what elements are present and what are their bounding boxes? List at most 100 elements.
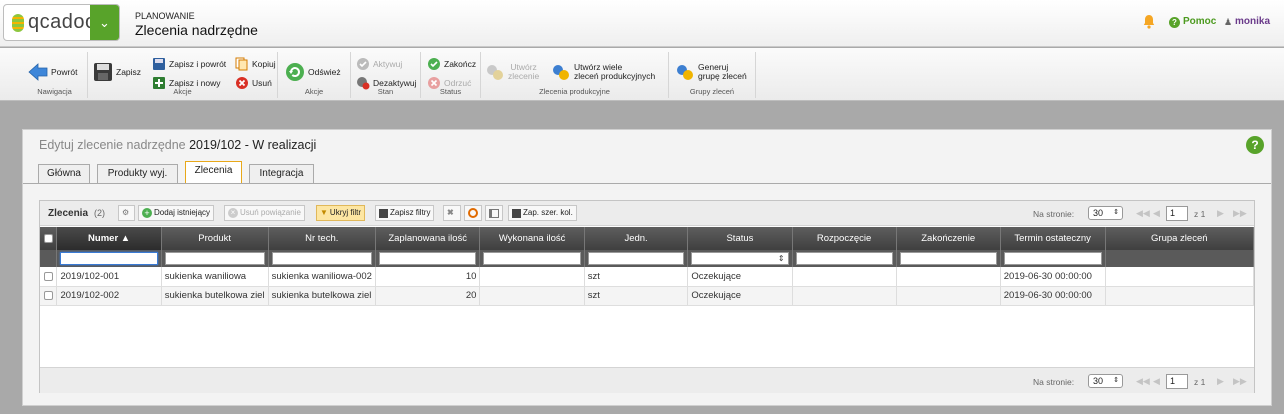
gears-icon	[487, 65, 503, 80]
user-menu[interactable]: monika	[1235, 16, 1270, 27]
create-order-button[interactable]: Utwórz zlecenie	[485, 62, 539, 82]
column-header-number[interactable]: Numer ▲	[56, 227, 162, 250]
cell-group	[1105, 267, 1255, 287]
table-row[interactable]: 2019/102-002 sukienka butelkowa ziel suk…	[40, 286, 1255, 306]
help-icon[interactable]: ?	[1246, 136, 1264, 154]
next-page-icon[interactable]: ▶	[1217, 208, 1224, 219]
back-button[interactable]: Powrót	[28, 62, 77, 82]
filter-deadline-input[interactable]	[1003, 252, 1102, 265]
filter-planned-input[interactable]	[378, 252, 477, 265]
page-count: z 1	[1194, 377, 1206, 387]
next-page-icon[interactable]: ▶	[1217, 376, 1224, 387]
cell-end	[896, 267, 1001, 287]
filter-tech-input[interactable]	[271, 252, 372, 265]
activate-button[interactable]: Aktywuj	[356, 57, 402, 71]
first-page-icon[interactable]: ◀◀	[1136, 376, 1150, 387]
tab-output-products[interactable]: Produkty wyj.	[97, 164, 178, 183]
copy-icon	[235, 57, 248, 71]
ribbon-group-production-orders: Utwórz zlecenie Utwórz wiele zleceń produk…	[481, 52, 669, 98]
column-header-deadline[interactable]: Termin ostateczny	[1000, 227, 1106, 250]
no-entry-icon	[468, 208, 478, 218]
tab-main[interactable]: Główna	[38, 164, 90, 183]
cell-tech[interactable]: sukienka waniliowa-002	[268, 267, 376, 287]
column-header-end[interactable]: Zakończenie	[896, 227, 1001, 250]
cell-product[interactable]: sukienka butelkowa ziel	[161, 286, 269, 306]
cell-done	[479, 286, 585, 306]
save-button[interactable]: Zapisz	[93, 62, 141, 82]
remove-link-button[interactable]: × Usuń powiązanie	[224, 205, 305, 221]
grid-footer: Na stronie: 30 ⇕ ◀◀ ◀ 1 z 1 ▶ ▶▶	[40, 367, 1254, 393]
grid-title: Zlecenia	[48, 208, 89, 219]
hide-filter-button[interactable]: ▼ Ukryj filtr	[316, 205, 366, 221]
last-page-icon[interactable]: ▶▶	[1233, 208, 1247, 219]
per-page-label: Na stronie:	[1033, 209, 1075, 219]
ribbon-group-navigation: Powrót Nawigacja	[22, 52, 88, 98]
column-header-start[interactable]: Rozpoczęcie	[792, 227, 897, 250]
cell-number[interactable]: 2019/102-002	[56, 286, 162, 306]
per-page-select[interactable]: 30 ⇕	[1088, 374, 1123, 388]
filter-end-input[interactable]	[899, 252, 997, 265]
columns-button[interactable]	[485, 205, 503, 221]
cell-number[interactable]: 2019/102-001	[56, 267, 162, 287]
edit-panel: Edytuj zlecenie nadrzędne 2019/102 - W r…	[22, 129, 1272, 406]
column-header-done[interactable]: Wykonana ilość	[479, 227, 585, 250]
save-and-back-button[interactable]: Zapisz i powrót	[152, 57, 226, 71]
filter-number-input[interactable]	[60, 252, 158, 265]
filter-unit-input[interactable]	[587, 252, 685, 265]
floppy-disk-icon	[512, 208, 521, 218]
floppy-disk-back-icon	[153, 58, 165, 70]
finish-button[interactable]: Zakończ	[427, 57, 476, 71]
bell-icon[interactable]	[1143, 14, 1155, 29]
filter-product-input[interactable]	[164, 252, 265, 265]
refresh-grid-button[interactable]: ⚙	[118, 205, 135, 221]
column-header-group[interactable]: Grupa zleceń	[1105, 227, 1255, 250]
page-number-input[interactable]: 1	[1166, 374, 1188, 389]
refresh-button[interactable]: Odśwież	[285, 62, 341, 82]
add-existing-button[interactable]: + Dodaj istniejący	[138, 205, 215, 221]
save-filters-button[interactable]: Zapisz filtry	[375, 205, 435, 221]
first-page-icon[interactable]: ◀◀	[1136, 208, 1150, 219]
generate-order-group-button[interactable]: Generuj grupę zleceń	[675, 62, 747, 82]
last-page-icon[interactable]: ▶▶	[1233, 376, 1247, 387]
cell-tech[interactable]: sukienka butelkowa ziel	[268, 286, 376, 306]
cell-start	[792, 267, 897, 287]
per-page-select[interactable]: 30 ⇕	[1088, 206, 1123, 220]
group-label: Grupy zleceń	[689, 87, 735, 96]
group-label: Status	[439, 87, 462, 96]
cell-end	[896, 286, 1001, 306]
tab-integration[interactable]: Integracja	[249, 164, 314, 183]
cell-planned: 20	[375, 286, 481, 306]
filter-status-select[interactable]: ⇕	[691, 252, 789, 265]
help-link[interactable]: Pomoc	[1183, 16, 1216, 27]
menu-toggle-button[interactable]: ⌄	[90, 5, 119, 40]
row-checkbox[interactable]	[43, 271, 53, 281]
select-all-checkbox[interactable]	[43, 234, 53, 243]
tab-orders[interactable]: Zlecenia	[185, 161, 242, 184]
prev-page-icon[interactable]: ◀	[1153, 376, 1160, 387]
create-many-orders-button[interactable]: Utwórz wiele zleceń produkcyjnych	[551, 62, 655, 82]
column-header-planned[interactable]: Zaplanowana ilość	[375, 227, 481, 250]
filter-start-input[interactable]	[795, 252, 893, 265]
cell-product[interactable]: sukienka waniliowa	[161, 267, 269, 287]
ribbon-toolbar: Powrót Nawigacja Zapisz Zapisz i powrót …	[0, 48, 1284, 101]
clear-filter-button[interactable]: ✖	[443, 205, 461, 221]
column-header-product[interactable]: Produkt	[161, 227, 269, 250]
column-header-status[interactable]: Status	[687, 227, 793, 250]
per-page-label: Na stronie:	[1033, 377, 1075, 387]
copy-button[interactable]: Kopiuj	[235, 57, 276, 71]
column-header-tech[interactable]: Nr tech.	[268, 227, 376, 250]
app-logo[interactable]: qcadoo ⌄	[3, 4, 120, 41]
table-header-row: Numer ▲ Produkt Nr tech. Zaplanowana ilo…	[40, 227, 1255, 250]
save-column-widths-button[interactable]: Zap. szer. kol.	[508, 205, 577, 221]
reset-button[interactable]	[464, 205, 482, 221]
column-header-unit[interactable]: Jedn.	[584, 227, 689, 250]
row-checkbox[interactable]	[43, 291, 53, 300]
grid-header: Zlecenia (2) ⚙ + Dodaj istniejący × Usuń p…	[40, 201, 1254, 226]
orders-grid: Zlecenia (2) ⚙ + Dodaj istniejący × Usuń p…	[39, 200, 1255, 393]
table-row[interactable]: 2019/102-001 sukienka waniliowa sukienka…	[40, 267, 1255, 287]
page-number-input[interactable]: 1	[1166, 206, 1188, 221]
prev-page-icon[interactable]: ◀	[1153, 208, 1160, 219]
arrow-left-icon	[28, 63, 48, 81]
filter-done-input[interactable]	[483, 252, 581, 265]
help-icon[interactable]: ?	[1169, 17, 1180, 28]
